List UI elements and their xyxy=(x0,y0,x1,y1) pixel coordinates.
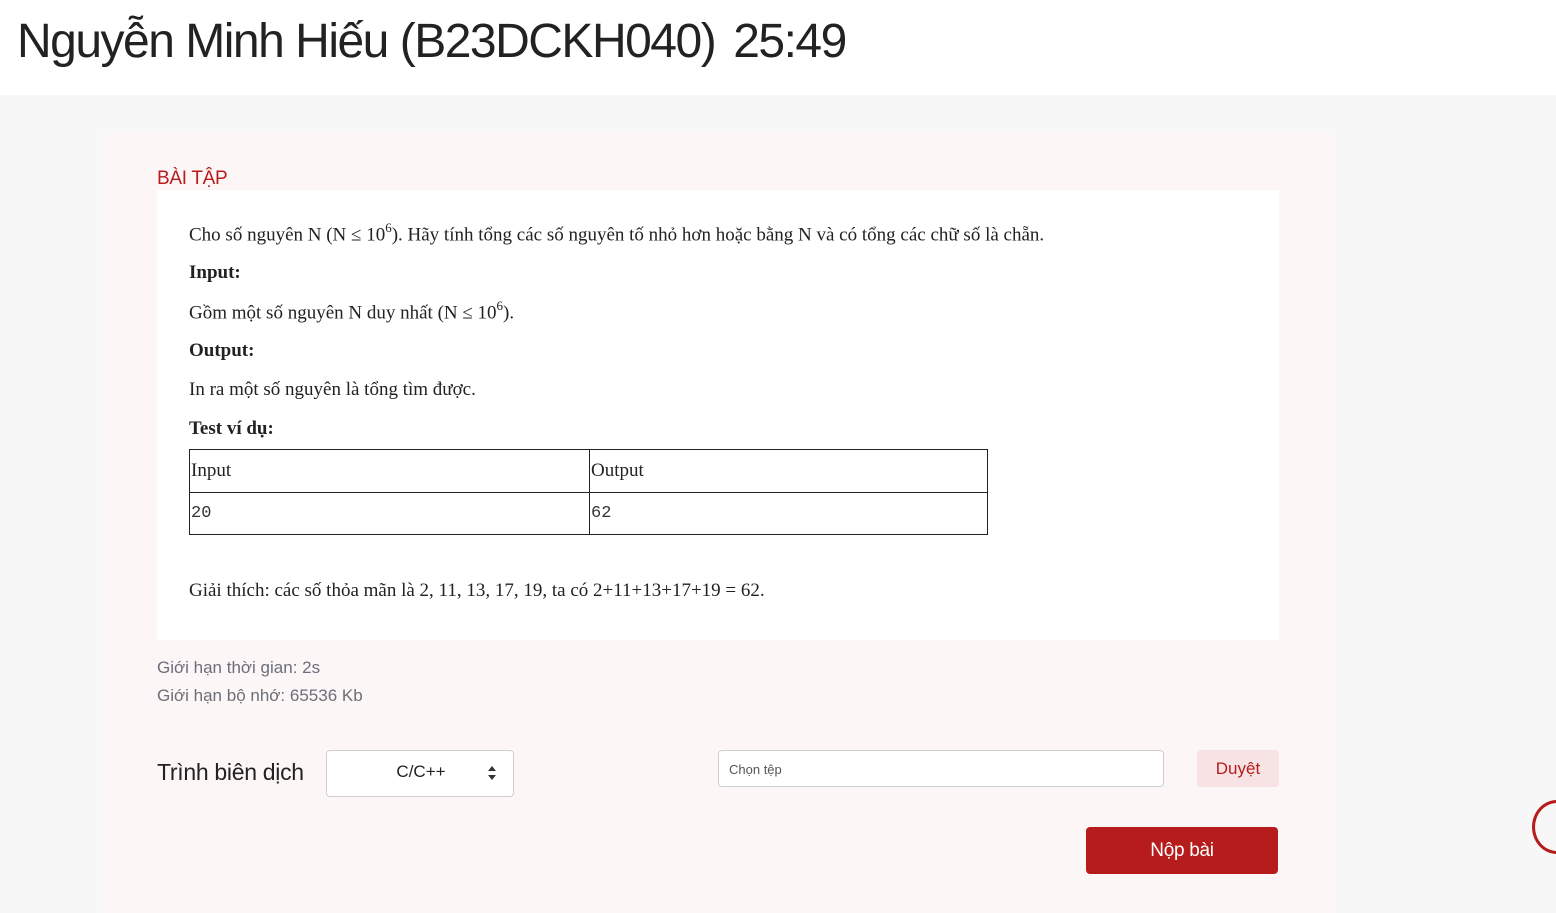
output-description: In ra một số nguyên là tổng tìm được. xyxy=(189,379,476,400)
section-heading: BÀI TẬP xyxy=(157,168,228,189)
table-header-input: Input xyxy=(189,449,590,493)
floating-action-circle[interactable] xyxy=(1532,800,1556,854)
table-row: 20 62 xyxy=(189,491,988,535)
exam-header: Nguyễn Minh Hiếu (B23DCKH040) 25:49 xyxy=(17,14,847,69)
student-name: Nguyễn Minh Hiếu (B23DCKH040) xyxy=(17,15,717,68)
input-description: Gồm một số nguyên N duy nhất (N ≤ 106). xyxy=(189,298,515,324)
top-bar: Nguyễn Minh Hiếu (B23DCKH040) 25:49 xyxy=(0,0,1556,95)
submit-button[interactable]: Nộp bài xyxy=(1086,827,1278,874)
problem-statement-box xyxy=(157,190,1279,640)
select-arrows-icon xyxy=(488,766,496,780)
file-input-placeholder: Chọn tệp xyxy=(729,762,782,777)
table-cell-output: 62 xyxy=(589,491,988,535)
compiler-label: Trình biên dịch xyxy=(157,759,304,785)
table-cell-input: 20 xyxy=(189,491,590,535)
example-heading: Test ví dụ: xyxy=(189,418,274,439)
file-input[interactable]: Chọn tệp xyxy=(718,750,1164,787)
time-limit: Giới hạn thời gian: 2s xyxy=(157,658,321,677)
table-header-row: Input Output xyxy=(189,449,988,493)
example-table: Input Output 20 62 xyxy=(189,449,988,535)
countdown-timer: 25:49 xyxy=(733,15,847,68)
explanation-text: Giải thích: các số thỏa mãn là 2, 11, 13… xyxy=(189,580,765,601)
browse-button[interactable]: Duyệt xyxy=(1197,750,1279,787)
input-heading: Input: xyxy=(189,262,241,283)
problem-statement: Cho số nguyên N (N ≤ 106). Hãy tính tổng… xyxy=(189,220,1045,246)
table-header-output: Output xyxy=(589,449,988,493)
compiler-select[interactable]: C/C++ xyxy=(326,750,514,797)
memory-limit: Giới hạn bộ nhớ: 65536 Kb xyxy=(157,686,363,705)
output-heading: Output: xyxy=(189,340,255,361)
